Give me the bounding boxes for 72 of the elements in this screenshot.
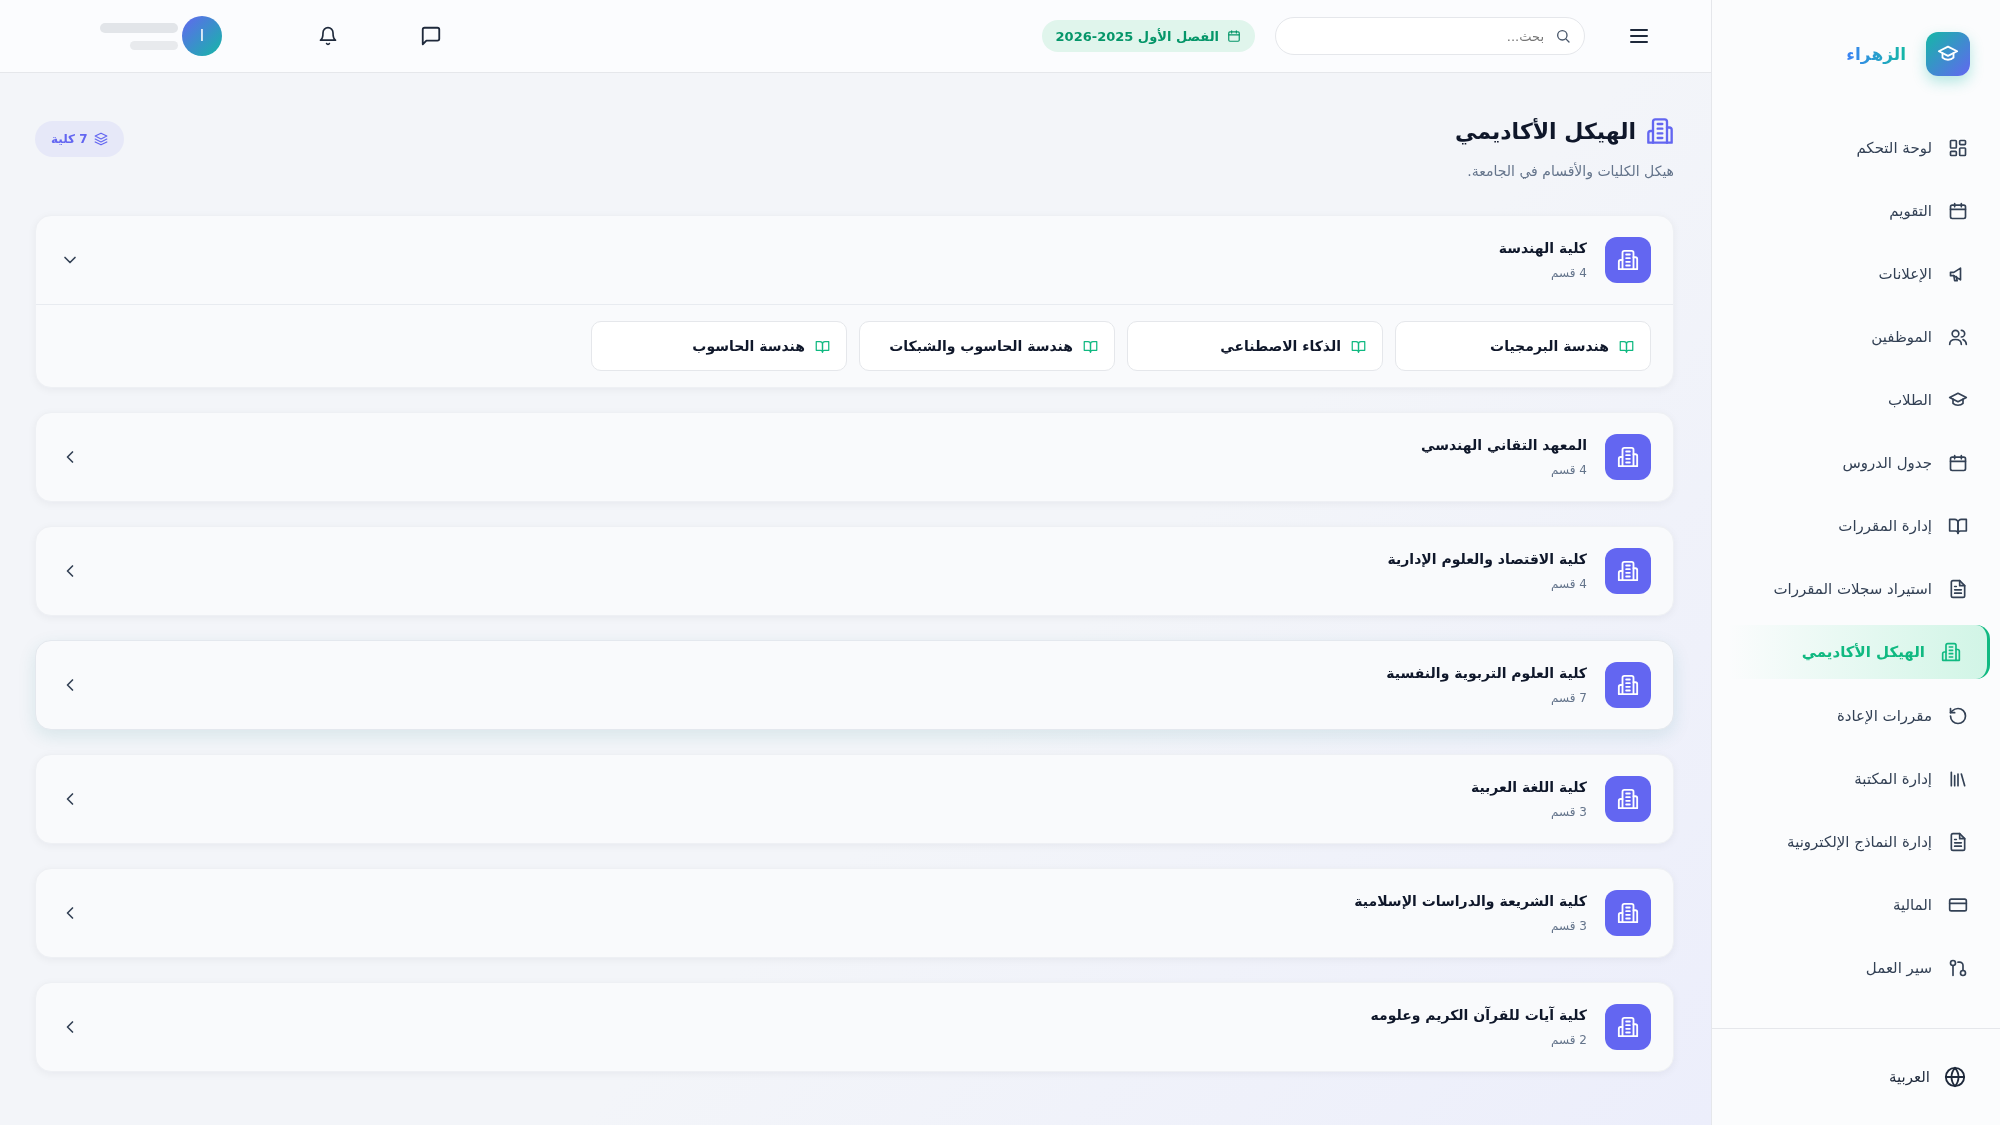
book-icon <box>815 338 830 354</box>
building-icon <box>1617 788 1639 810</box>
faculty-card[interactable]: كلية العلوم التربوية والنفسية 7 قسم <box>35 640 1674 730</box>
book-icon <box>1083 338 1098 354</box>
user-avatar[interactable]: I <box>182 16 222 56</box>
building-icon <box>1617 560 1639 582</box>
sidebar-item[interactable]: الموظفين <box>1728 305 2000 368</box>
department-count: 3 قسم <box>1550 805 1587 819</box>
calendar-icon <box>1948 452 1968 473</box>
faculty-name: كلية آيات للقرآن الكريم وعلومه <box>1370 1007 1587 1023</box>
sidebar-item[interactable]: إدارة المقررات <box>1728 494 2000 557</box>
sidebar-item[interactable]: جدول الدروس <box>1728 431 2000 494</box>
department-count: 7 قسم <box>1550 691 1587 705</box>
faculty-name: كلية الشريعة والدراسات الإسلامية <box>1354 893 1587 909</box>
sidebar-item[interactable]: سير العمل <box>1728 936 2000 999</box>
faculty-name: كلية العلوم التربوية والنفسية <box>1386 665 1587 681</box>
building-icon <box>1617 1016 1639 1038</box>
sidebar-item[interactable]: الإعلانات <box>1728 242 2000 305</box>
page-subtitle: هيكل الكليات والأقسام في الجامعة. <box>1466 163 1674 179</box>
file-icon <box>1948 578 1968 599</box>
book-icon <box>1619 338 1634 354</box>
layers-icon <box>93 132 108 146</box>
calendar-icon <box>1227 29 1241 43</box>
language-button[interactable]: العربية <box>1889 1066 1966 1088</box>
faculty-name: كلية اللغة العربية <box>1470 779 1587 795</box>
search-icon <box>1555 28 1571 44</box>
bell-icon <box>318 26 338 46</box>
file-icon <box>1948 831 1968 852</box>
history-icon <box>1948 705 1968 726</box>
sidebar-item[interactable]: استيراد سجلات المقررات <box>1728 557 2000 620</box>
faculty-card[interactable]: كلية الهندسة 4 قسم هندسة البرمجيات الذكاء الاصطناعي هندسة الحاسوب والشبكات هندسة الحاسوب <box>35 215 1674 388</box>
workflow-icon <box>1948 957 1968 978</box>
building-icon <box>1941 642 1961 662</box>
grid-icon <box>1948 137 1968 158</box>
department-count: 3 قسم <box>1550 919 1587 933</box>
semester-chip: الفصل الأول 2025-2026 <box>1041 20 1255 52</box>
building-icon <box>1617 902 1639 924</box>
department-count: 4 قسم <box>1550 577 1587 591</box>
sidebar-item[interactable]: الطلاب <box>1728 368 2000 431</box>
building-icon <box>1646 117 1674 145</box>
page-title: الهيكل الأكاديمي <box>1455 118 1636 144</box>
book-icon <box>1351 338 1366 354</box>
building-icon <box>1617 249 1639 271</box>
faculty-card[interactable]: كلية الاقتصاد والعلوم الإدارية 4 قسم <box>35 526 1674 616</box>
department-item[interactable]: هندسة الحاسوب <box>591 321 847 371</box>
building-icon <box>1617 674 1639 696</box>
calendar-icon <box>1948 200 1968 221</box>
sidebar-item[interactable]: المالية <box>1728 873 2000 936</box>
department-count: 4 قسم <box>1550 266 1587 280</box>
faculty-card[interactable]: كلية الشريعة والدراسات الإسلامية 3 قسم <box>35 868 1674 958</box>
faculty-card[interactable]: المعهد التقاني الهندسي 4 قسم <box>35 412 1674 502</box>
department-item[interactable]: هندسة الحاسوب والشبكات <box>859 321 1115 371</box>
faculty-card[interactable]: كلية اللغة العربية 3 قسم <box>35 754 1674 844</box>
chat-icon <box>420 25 442 47</box>
sidebar-item[interactable]: إدارة المكتبة <box>1728 747 2000 810</box>
faculty-name: المعهد التقاني الهندسي <box>1421 437 1587 453</box>
count-badge: 7 كلية <box>35 121 124 157</box>
department-item[interactable]: هندسة البرمجيات <box>1395 321 1651 371</box>
search-field[interactable]: بحث... <box>1275 17 1585 55</box>
faculty-card[interactable]: كلية آيات للقرآن الكريم وعلومه 2 قسم <box>35 982 1674 1072</box>
faculty-name: كلية الهندسة <box>1498 240 1587 256</box>
sidebar-item[interactable]: مقررات الإعادة <box>1728 684 2000 747</box>
sidebar-item[interactable]: التقويم <box>1728 179 2000 242</box>
sidebar-item[interactable]: لوحة التحكم <box>1728 116 2000 179</box>
brand-name: الزهراء <box>1846 44 1906 64</box>
building-icon <box>1617 446 1639 468</box>
department-count: 2 قسم <box>1550 1033 1587 1047</box>
sidebar-item[interactable]: إدارة النماذج الإلكترونية <box>1728 810 2000 873</box>
department-count: 4 قسم <box>1550 463 1587 477</box>
faculty-name: كلية الاقتصاد والعلوم الإدارية <box>1387 551 1587 567</box>
department-item[interactable]: الذكاء الاصطناعي <box>1127 321 1383 371</box>
globe-icon <box>1944 1066 1966 1088</box>
